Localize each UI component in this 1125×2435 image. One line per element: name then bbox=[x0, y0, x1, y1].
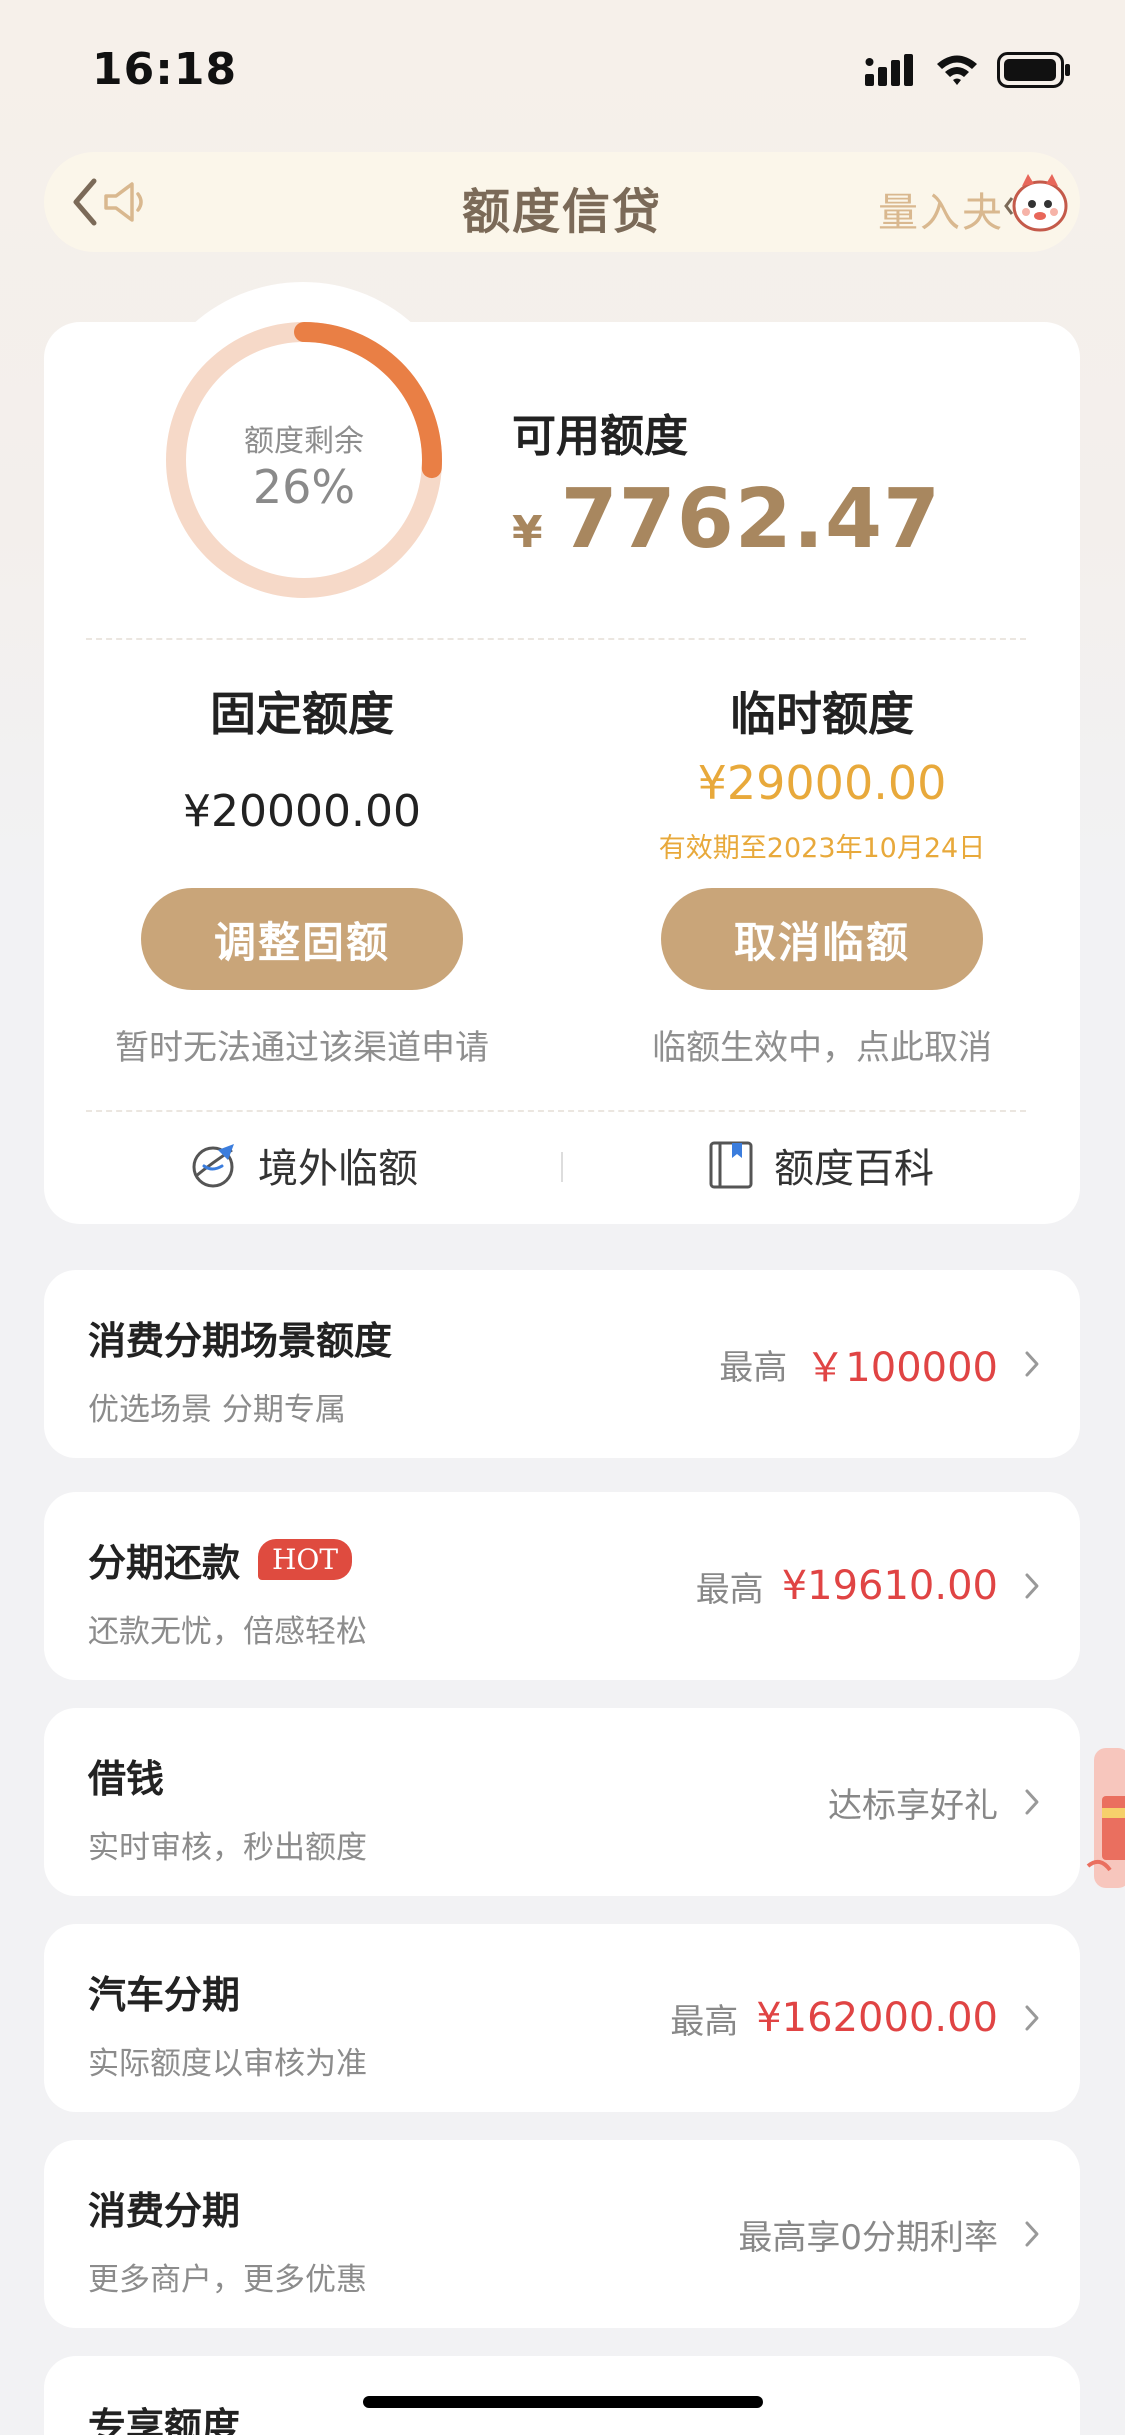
battery-icon bbox=[997, 52, 1070, 88]
list-item-subtitle: 优选场景 分期专属 bbox=[88, 1392, 346, 1428]
list-item-prefix: 最高 bbox=[719, 1347, 788, 1388]
signal-icon bbox=[865, 54, 913, 86]
list-item-subtitle: 实时审核，秒出额度 bbox=[88, 1830, 367, 1866]
chevron-right-icon bbox=[1024, 1788, 1040, 1816]
temporary-credit-amount: ¥29000.00 bbox=[697, 756, 947, 810]
home-indicator bbox=[363, 2396, 763, 2408]
list-item-title: 消费分期 bbox=[88, 2189, 241, 2233]
temporary-credit-expiry: 有效期至2023年10月24日 bbox=[658, 833, 986, 864]
nav-bar: 额度信贷 量入夬 bbox=[44, 152, 1080, 252]
list-item-right: 最高 ¥162000.00 bbox=[670, 1924, 1040, 2112]
announcement-marquee[interactable]: 量入夬 bbox=[878, 180, 1004, 238]
chevron-right-icon bbox=[1024, 2220, 1040, 2248]
list-item-right: 最高享0分期利率 bbox=[738, 2140, 1040, 2328]
list-item-right: 最高 ¥19610.00 bbox=[696, 1492, 1040, 1680]
list-item-title-row: 分期还款 HOT bbox=[88, 1532, 353, 1587]
available-credit-amount: ¥ 7762.47 bbox=[512, 472, 941, 567]
list-item-subtitle: 更多商户，更多优惠 bbox=[88, 2262, 367, 2298]
hot-badge: HOT bbox=[258, 1539, 353, 1580]
temporary-credit-hint[interactable]: 临额生效中，点此取消 bbox=[622, 1020, 1022, 1069]
divider bbox=[86, 1110, 1026, 1112]
list-item-title: 消费分期场景额度 bbox=[88, 1319, 393, 1363]
ring-label: 额度剩余 bbox=[244, 424, 364, 459]
gift-icon[interactable] bbox=[1080, 1748, 1125, 1888]
list-item-prefix: 最高 bbox=[695, 1569, 764, 1610]
list-item-promo: 达标享好礼 bbox=[828, 1785, 998, 1826]
temporary-credit-title: 临时额度 bbox=[730, 687, 914, 741]
available-credit-label: 可用额度 bbox=[512, 411, 688, 462]
list-item-subtitle: 实际额度以审核为准 bbox=[88, 2046, 367, 2082]
list-item[interactable]: 汽车分期 实际额度以审核为准 最高 ¥162000.00 bbox=[44, 1924, 1080, 2112]
status-icons bbox=[865, 52, 1071, 88]
mascot-icon[interactable] bbox=[1002, 170, 1074, 234]
credit-wiki-link[interactable]: 额度百科 bbox=[708, 1136, 934, 1194]
list-item[interactable]: 消费分期场景额度 优选场景 分期专属 最高 ￥100000 bbox=[44, 1270, 1080, 1458]
divider bbox=[86, 638, 1026, 640]
cancel-temporary-credit-button[interactable]: 取消临额 bbox=[661, 888, 983, 990]
link-separator bbox=[561, 1152, 563, 1182]
list-item-title: 借钱 bbox=[88, 1757, 165, 1801]
page: 16:18 额度信贷 量入夬 额度剩余 26% 可用额度 ¥ 7762.47 固… bbox=[0, 0, 1125, 2435]
ring-percent: 26% bbox=[252, 460, 356, 514]
chevron-right-icon bbox=[1024, 1572, 1040, 1600]
fixed-credit-title: 固定额度 bbox=[210, 687, 394, 741]
list-item-title: 专享额度 bbox=[88, 2405, 241, 2435]
chevron-right-icon bbox=[1024, 2004, 1040, 2032]
remaining-ring: 额度剩余 26% bbox=[162, 318, 446, 602]
available-amount-value: 7762.47 bbox=[560, 472, 942, 567]
list-item-subtitle: 还款无忧，倍感轻松 bbox=[88, 1614, 367, 1650]
currency-symbol: ¥ bbox=[512, 507, 543, 558]
list-item[interactable]: 借钱 实时审核，秒出额度 达标享好礼 bbox=[44, 1708, 1080, 1896]
list-item-value: ￥100000 bbox=[805, 1345, 998, 1391]
credit-wiki-label: 额度百科 bbox=[774, 1146, 934, 1192]
list-item[interactable]: 分期还款 HOT 还款无忧，倍感轻松 最高 ¥19610.00 bbox=[44, 1492, 1080, 1680]
status-time: 16:18 bbox=[92, 44, 238, 95]
list-item[interactable]: 消费分期 更多商户，更多优惠 最高享0分期利率 bbox=[44, 2140, 1080, 2328]
fixed-credit-amount: ¥20000.00 bbox=[183, 786, 421, 837]
overseas-temp-credit-label: 境外临额 bbox=[258, 1146, 418, 1192]
adjust-fixed-credit-button[interactable]: 调整固额 bbox=[141, 888, 463, 990]
overseas-temp-credit-link[interactable]: 境外临额 bbox=[188, 1136, 418, 1194]
list-item-value: ¥19610.00 bbox=[781, 1563, 998, 1609]
list-item-right: 达标享好礼 bbox=[828, 1708, 1040, 1896]
list-item-value: ¥162000.00 bbox=[756, 1995, 998, 2041]
status-bar: 16:18 bbox=[0, 0, 1125, 140]
list-item-title: 分期还款 bbox=[88, 1541, 241, 1585]
wifi-icon bbox=[937, 55, 977, 85]
list-item-title: 汽车分期 bbox=[88, 1973, 241, 2017]
book-icon bbox=[709, 1141, 753, 1189]
chevron-right-icon bbox=[1024, 1350, 1040, 1378]
globe-plane-icon bbox=[192, 1144, 234, 1188]
fixed-credit-hint: 暂时无法通过该渠道申请 bbox=[115, 1028, 489, 1068]
list-item-promo: 最高享0分期利率 bbox=[738, 2217, 998, 2258]
list-item-prefix: 最高 bbox=[670, 2001, 739, 2042]
list-item-right: 最高 ￥100000 bbox=[719, 1270, 1040, 1458]
